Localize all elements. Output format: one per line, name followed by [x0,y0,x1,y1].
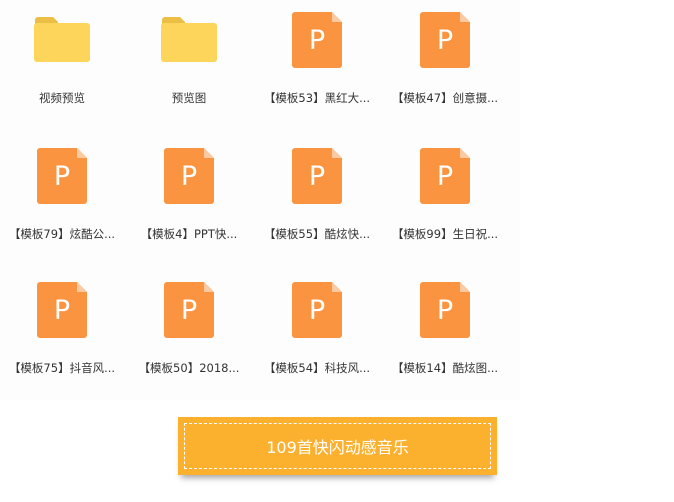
svg-text:P: P [181,161,197,192]
file-name: 【模板79】炫酷公... [8,227,116,241]
folder-item[interactable]: 视频预览 [0,0,126,130]
ppt-file-item[interactable]: P 【模板55】酷炫快... [253,136,381,266]
svg-text:P: P [437,25,453,56]
music-collection-label: 109首快闪动感音乐 [184,423,491,469]
ppt-file-icon: P [420,148,470,204]
file-name: 【模板75】抖音风... [8,361,116,375]
file-name: 【模板47】创意摄... [391,91,499,105]
ppt-file-icon: P [37,148,87,204]
ppt-file-icon: P [292,282,342,338]
file-grid: 视频预览 预览图 P 【模板53】黑红大... P 【模板47】创意摄... P 【模板79】… [0,0,520,400]
svg-text:P: P [309,25,325,56]
svg-text:P: P [309,295,325,326]
file-name: 视频预览 [39,91,85,105]
ppt-file-icon: P [420,12,470,68]
file-name: 预览图 [171,91,207,105]
ppt-file-icon: P [164,148,214,204]
folder-icon [34,17,90,62]
file-name: 【模板54】科技风... [263,361,371,375]
svg-text:P: P [309,161,325,192]
ppt-file-icon: P [420,282,470,338]
file-name: 【模板55】酷炫快... [263,227,371,241]
ppt-file-item[interactable]: P 【模板54】科技风... [253,270,381,400]
ppt-file-item[interactable]: P 【模板99】生日祝... [381,136,509,266]
svg-text:P: P [437,161,453,192]
folder-icon [161,17,217,62]
folder-item[interactable]: 预览图 [125,0,253,130]
file-name: 【模板50】2018... [138,361,240,375]
ppt-file-icon: P [292,148,342,204]
file-name: 【模板14】酷炫图... [391,361,499,375]
ppt-file-icon: P [292,12,342,68]
ppt-file-item[interactable]: P 【模板47】创意摄... [381,0,509,130]
ppt-file-item[interactable]: P 【模板14】酷炫图... [381,270,509,400]
svg-text:P: P [181,295,197,326]
file-name: 【模板4】PPT快... [140,227,238,241]
ppt-file-item[interactable]: P 【模板50】2018... [125,270,253,400]
file-name: 【模板53】黑红大... [263,91,371,105]
music-collection-button[interactable]: 109首快闪动感音乐 [178,417,497,475]
ppt-file-item[interactable]: P 【模板79】炫酷公... [0,136,126,266]
ppt-file-icon: P [164,282,214,338]
file-name: 【模板99】生日祝... [391,227,499,241]
ppt-file-icon: P [37,282,87,338]
svg-text:P: P [437,295,453,326]
ppt-file-item[interactable]: P 【模板75】抖音风... [0,270,126,400]
ppt-file-item[interactable]: P 【模板53】黑红大... [253,0,381,130]
svg-text:P: P [54,161,70,192]
svg-text:P: P [54,295,70,326]
ppt-file-item[interactable]: P 【模板4】PPT快... [125,136,253,266]
